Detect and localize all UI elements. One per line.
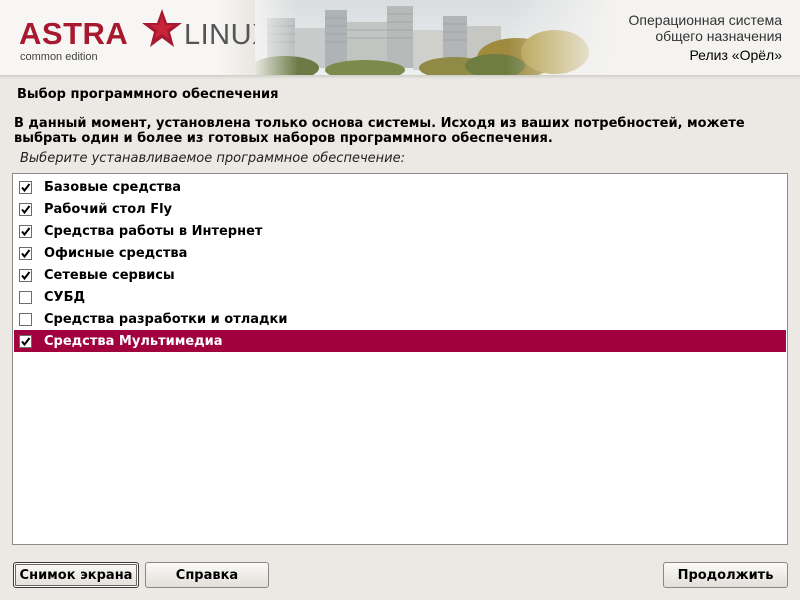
os-line-2: общего назначения: [655, 28, 782, 44]
page-title: Выбор программного обеспечения: [17, 87, 279, 102]
checkbox[interactable]: [19, 312, 32, 326]
logo: ASTRA LINUX common edition: [0, 0, 271, 75]
checkbox[interactable]: [19, 268, 32, 282]
selection-prompt: Выберите устанавливаемое программное обе…: [20, 151, 405, 166]
release-name: Релиз «Орёл»: [689, 47, 782, 63]
checkbox[interactable]: [19, 246, 32, 260]
list-item-label: Офисные средства: [44, 245, 188, 261]
page-description: В данный момент, установлена только осно…: [14, 116, 745, 146]
list-item-label: Средства работы в Интернет: [44, 223, 263, 239]
check-icon: [21, 248, 31, 258]
list-item[interactable]: Сетевые сервисы: [14, 264, 786, 286]
banner-divider: [0, 75, 800, 79]
check-icon: [21, 182, 31, 192]
checkbox[interactable]: [19, 290, 32, 304]
header-banner: ASTRA LINUX common edition Операционная …: [0, 0, 800, 75]
help-button[interactable]: Справка: [145, 562, 269, 588]
screenshot-button[interactable]: Снимок экрана: [13, 562, 139, 588]
list-item[interactable]: Базовые средства: [14, 176, 786, 198]
check-icon: [21, 204, 31, 214]
list-item[interactable]: СУБД: [14, 286, 786, 308]
list-item[interactable]: Рабочий стол Fly: [14, 198, 786, 220]
city-photo: [255, 0, 615, 75]
list-item-label: Базовые средства: [44, 179, 182, 195]
logo-edition: common edition: [20, 51, 98, 63]
checkbox[interactable]: [19, 202, 32, 216]
software-listbox[interactable]: Базовые средства Рабочий стол Fly Средст…: [12, 173, 788, 545]
check-icon: [21, 270, 31, 280]
list-item-label: Сетевые сервисы: [44, 267, 175, 283]
list-item[interactable]: Средства работы в Интернет: [14, 220, 786, 242]
list-item-label: СУБД: [44, 289, 86, 305]
continue-button[interactable]: Продолжить: [663, 562, 788, 588]
check-icon: [21, 226, 31, 236]
checkbox[interactable]: [19, 224, 32, 238]
os-line-1: Операционная система: [628, 12, 782, 28]
logo-brand: ASTRA: [19, 16, 129, 51]
list-item[interactable]: Офисные средства: [14, 242, 786, 264]
list-item-label: Рабочий стол Fly: [44, 201, 173, 217]
os-info: Операционная система общего назначения Р…: [629, 12, 782, 63]
checkbox[interactable]: [19, 334, 32, 348]
list-item[interactable]: Средства разработки и отладки: [14, 308, 786, 330]
list-item-label: Средства Мультимедиа: [44, 333, 223, 349]
list-item[interactable]: Средства Мультимедиа: [14, 330, 786, 352]
star-icon: [142, 9, 182, 47]
list-item-label: Средства разработки и отладки: [44, 311, 288, 327]
check-icon: [21, 336, 31, 346]
checkbox[interactable]: [19, 180, 32, 194]
